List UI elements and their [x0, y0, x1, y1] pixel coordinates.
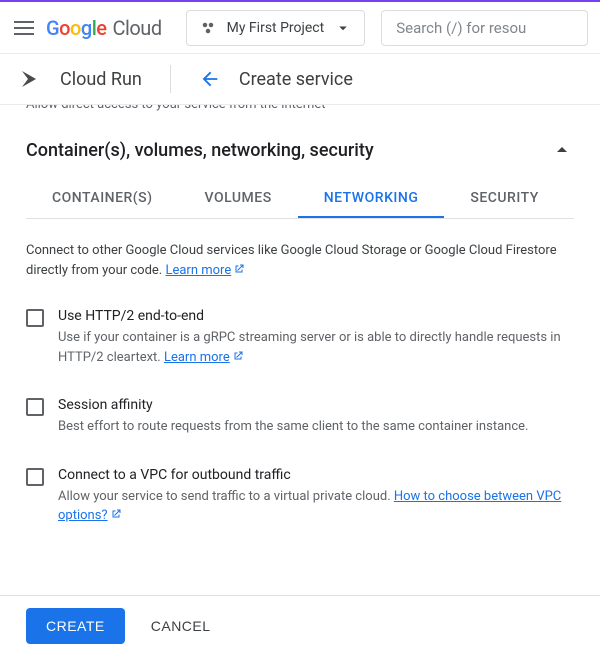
project-picker[interactable]: My First Project: [186, 10, 366, 46]
menu-icon[interactable]: [12, 16, 36, 40]
intro-text: Connect to other Google Cloud services l…: [26, 241, 574, 280]
back-arrow-icon[interactable]: [199, 68, 221, 90]
checkbox-session-affinity[interactable]: [26, 398, 44, 416]
http2-learn-more-link[interactable]: Learn more: [164, 350, 244, 365]
external-link-icon: [232, 350, 244, 362]
create-button[interactable]: CREATE: [26, 608, 125, 644]
cancel-button[interactable]: CANCEL: [147, 610, 215, 642]
option-http2-label: Use HTTP/2 end-to-end: [58, 308, 574, 324]
project-icon: [199, 19, 217, 37]
service-name[interactable]: Cloud Run: [60, 69, 142, 90]
option-affinity-desc: Best effort to route requests from the s…: [58, 417, 528, 437]
chevron-down-icon: [334, 19, 352, 37]
external-link-icon: [233, 263, 245, 275]
option-vpc-label: Connect to a VPC for outbound traffic: [58, 467, 574, 483]
option-session-affinity: Session affinity Best effort to route re…: [26, 397, 574, 437]
footer: CREATE CANCEL: [0, 595, 600, 655]
tab-security[interactable]: SECURITY: [444, 180, 564, 218]
section-title: Container(s), volumes, networking, secur…: [26, 140, 374, 161]
logo-cloud-text: Cloud: [113, 16, 162, 40]
search-placeholder: Search (/) for resou: [396, 19, 526, 37]
intro-learn-more-link[interactable]: Learn more: [165, 263, 245, 278]
checkbox-http2[interactable]: [26, 309, 44, 327]
option-http2-desc: Use if your container is a gRPC streamin…: [58, 328, 574, 367]
tab-volumes[interactable]: VOLUMES: [179, 180, 298, 218]
top-bar: Google Cloud My First Project Search (/)…: [0, 2, 600, 54]
page-title: Create service: [239, 69, 353, 90]
divider: [170, 65, 171, 93]
project-name: My First Project: [227, 20, 325, 36]
option-http2: Use HTTP/2 end-to-end Use if your contai…: [26, 308, 574, 367]
tab-networking[interactable]: NETWORKING: [298, 180, 445, 218]
option-vpc-desc: Allow your service to send traffic to a …: [58, 487, 574, 526]
section-header[interactable]: Container(s), volumes, networking, secur…: [26, 138, 574, 162]
cutoff-text: Allow direct access to your service from…: [0, 104, 600, 112]
main-content: Container(s), volumes, networking, secur…: [0, 112, 600, 526]
option-vpc: Connect to a VPC for outbound traffic Al…: [26, 467, 574, 526]
tab-containers[interactable]: CONTAINER(S): [26, 180, 179, 218]
sub-header: Cloud Run Create service: [0, 54, 600, 104]
google-cloud-logo[interactable]: Google Cloud: [46, 16, 162, 40]
checkbox-vpc[interactable]: [26, 468, 44, 486]
option-affinity-label: Session affinity: [58, 397, 528, 413]
external-link-icon: [110, 508, 122, 520]
cloud-run-icon: [18, 67, 42, 91]
search-input[interactable]: Search (/) for resou: [381, 10, 588, 46]
tabs: CONTAINER(S) VOLUMES NETWORKING SECURITY: [26, 180, 574, 219]
chevron-up-icon: [550, 138, 574, 162]
